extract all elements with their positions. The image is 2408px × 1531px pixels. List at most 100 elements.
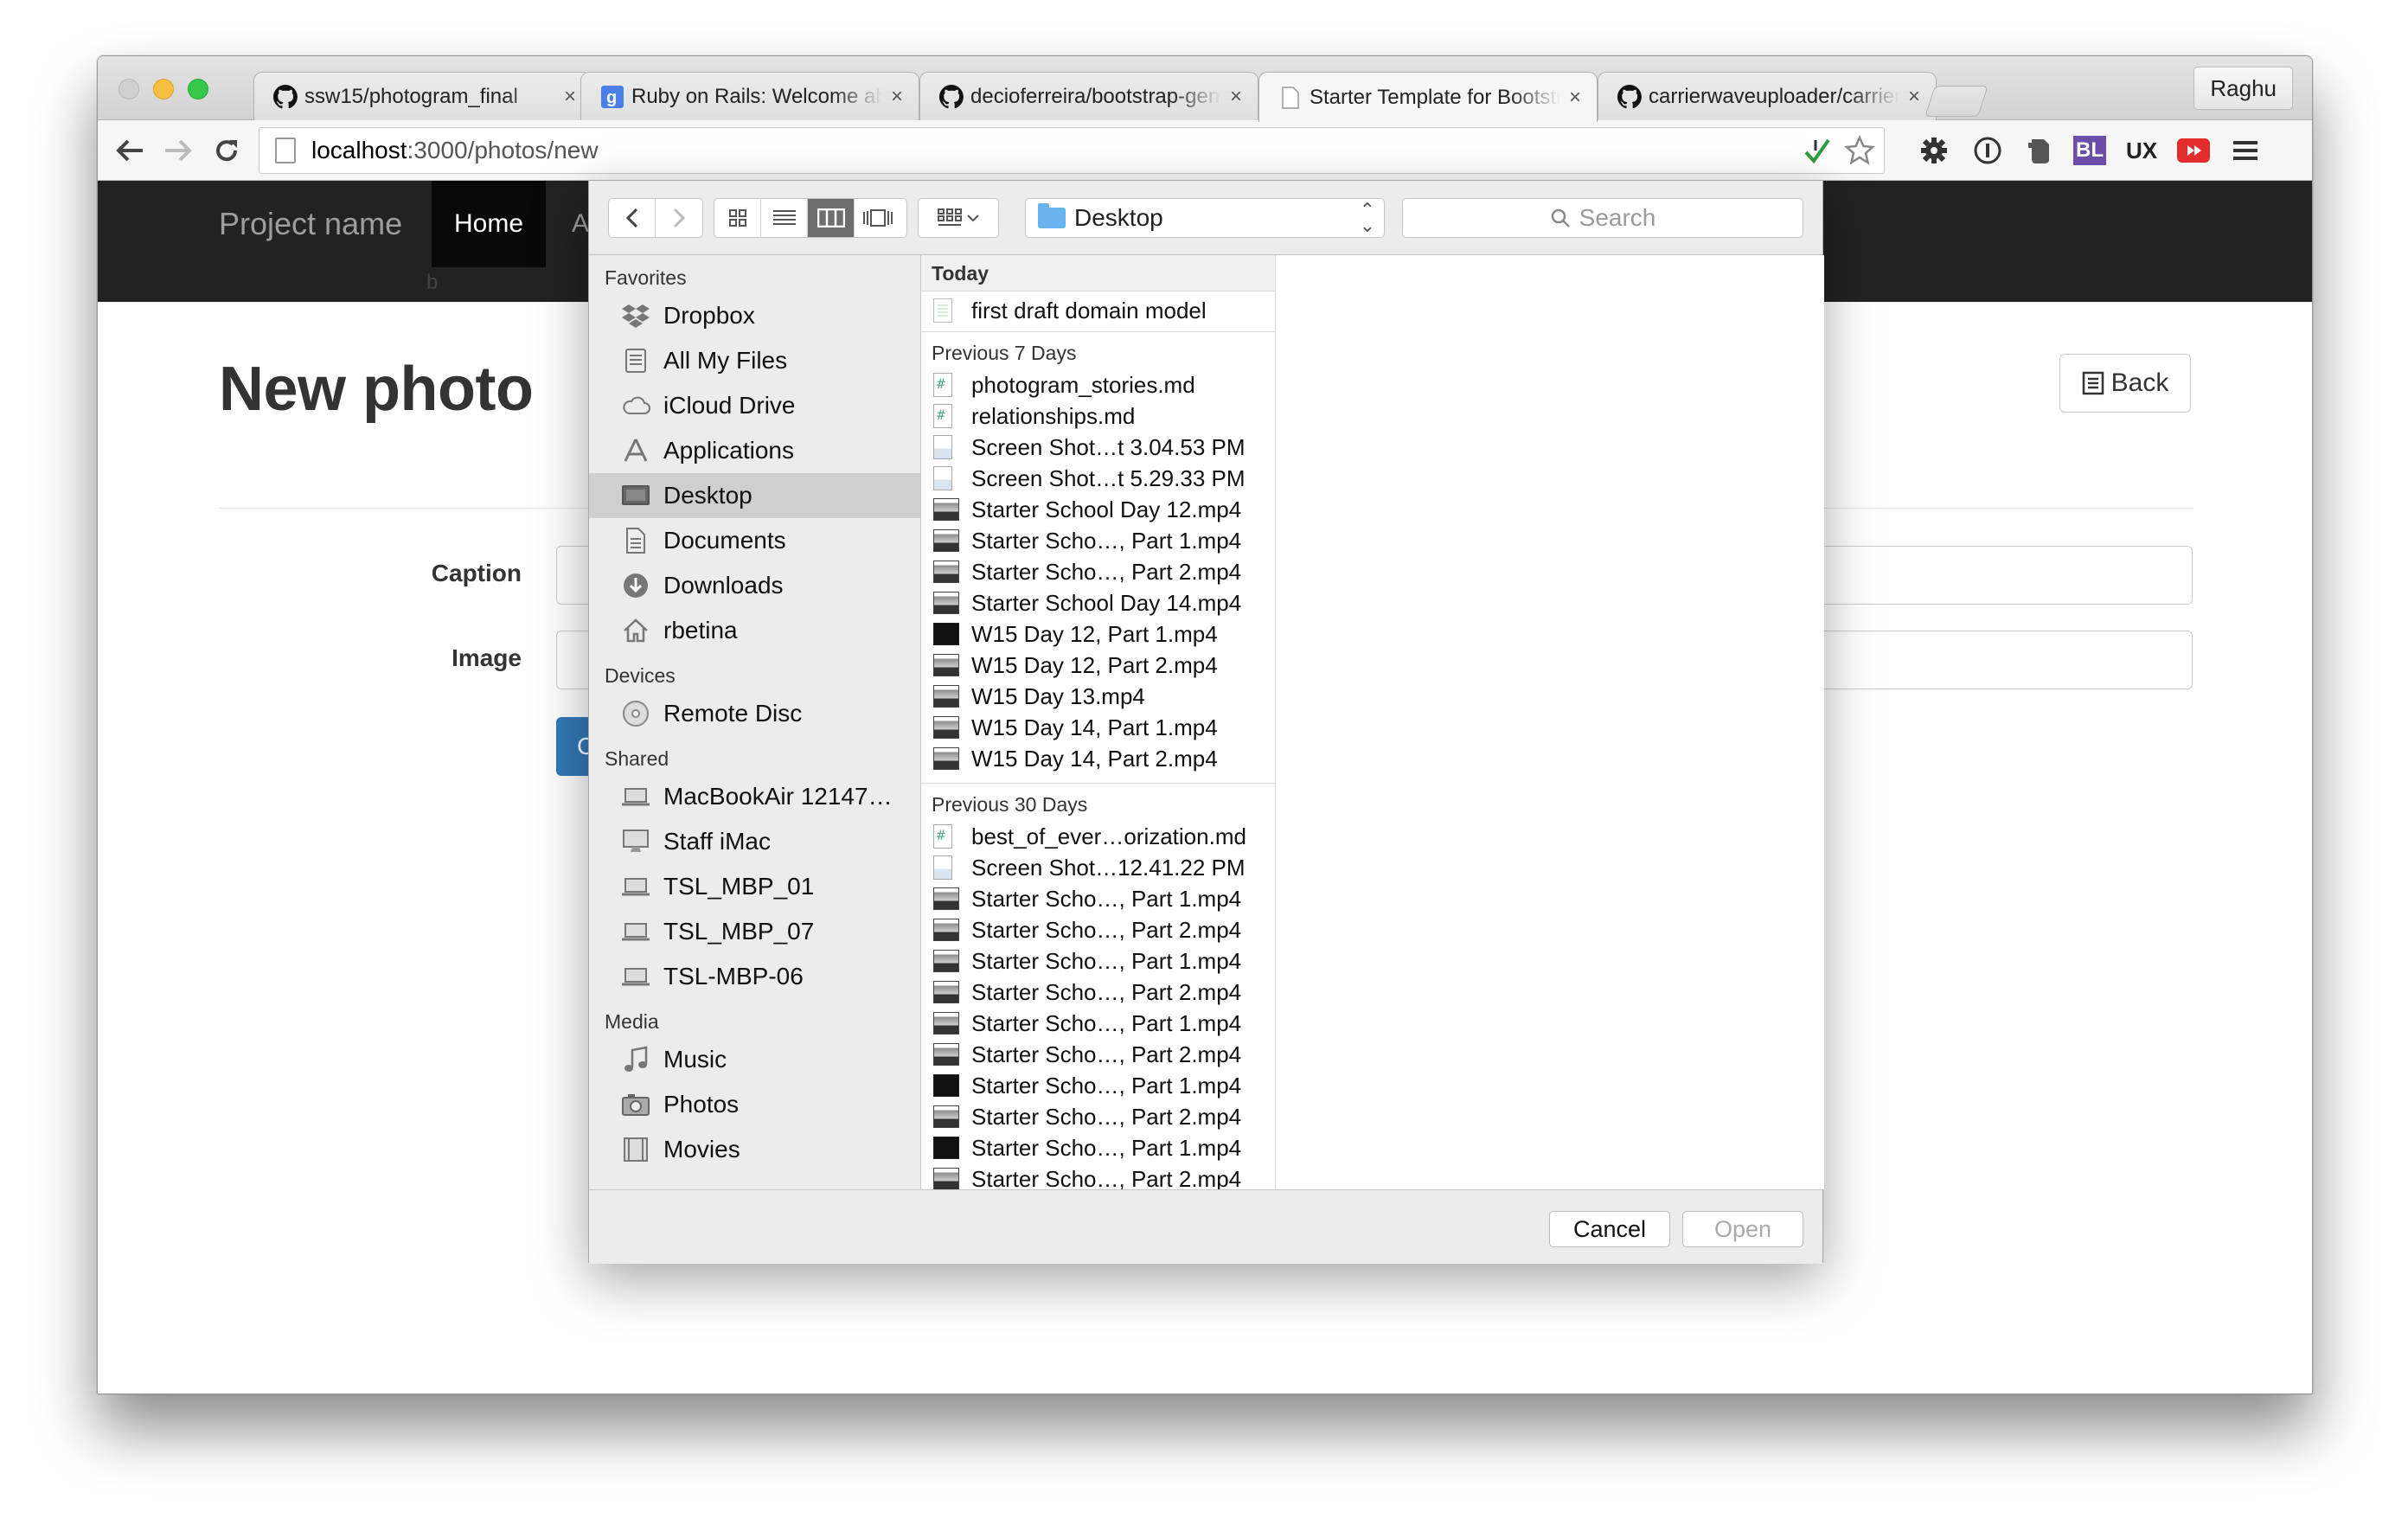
file-row[interactable]: Starter Scho…, Part 2.mp4 — [921, 556, 1275, 587]
file-row[interactable]: W15 Day 12, Part 1.mp4 — [921, 618, 1275, 650]
sidebar-item-remote-disc[interactable]: Remote Disc — [589, 691, 920, 736]
file-row[interactable]: Starter Scho…, Part 2.mp4 — [921, 1163, 1275, 1189]
file-row[interactable]: Starter Scho…, Part 2.mp4 — [921, 1039, 1275, 1070]
profile-button[interactable]: Raghu — [2193, 67, 2293, 110]
dialog-search-field[interactable]: Search — [1402, 198, 1803, 238]
tab-1[interactable]: ssw15/photogram_final × — [253, 72, 592, 121]
sidebar-item-staff-imac[interactable]: Staff iMac — [589, 819, 920, 864]
sidebar-item-macbookair[interactable]: MacBookAir 12147… — [589, 774, 920, 819]
file-row[interactable]: W15 Day 14, Part 2.mp4 — [921, 743, 1275, 774]
nav-about-link[interactable]: A — [572, 181, 589, 267]
file-row[interactable]: Starter School Day 12.mp4 — [921, 494, 1275, 525]
file-row[interactable]: Starter Scho…, Part 1.mp4 — [921, 1008, 1275, 1039]
file-name: Starter Scho…, Part 2.mp4 — [971, 916, 1242, 943]
sidebar-item-rbetina[interactable]: rbetina — [589, 608, 920, 653]
tab-close-icon[interactable]: × — [1560, 86, 1581, 110]
markdown-file-icon — [933, 404, 952, 428]
onepassword-icon[interactable] — [1968, 131, 2008, 170]
window-maximize-button[interactable] — [188, 79, 208, 99]
sidebar-item-movies[interactable]: Movies — [589, 1127, 920, 1172]
file-row[interactable]: Starter Scho…, Part 1.mp4 — [921, 883, 1275, 914]
sidebar-item-label: Desktop — [663, 482, 752, 509]
video-file-icon — [933, 950, 959, 972]
file-name: Starter Scho…, Part 1.mp4 — [971, 1072, 1242, 1099]
sidebar-item-downloads[interactable]: Downloads — [589, 563, 920, 608]
location-popup[interactable]: Desktop ⌃ ⌄ — [1025, 198, 1385, 238]
tab-close-icon[interactable]: × — [1221, 85, 1242, 109]
settings-gear-icon[interactable] — [1914, 131, 1954, 170]
sidebar-item-photos[interactable]: Photos — [589, 1082, 920, 1127]
open-button[interactable]: Open — [1682, 1211, 1803, 1247]
sidebar-item-tsl-mbp-07[interactable]: TSL_MBP_07 — [589, 909, 920, 954]
file-row[interactable]: photogram_stories.md — [921, 369, 1275, 400]
window-minimize-button[interactable] — [153, 79, 174, 99]
file-row[interactable]: W15 Day 12, Part 2.mp4 — [921, 650, 1275, 681]
column-view-icon[interactable] — [808, 199, 855, 237]
new-tab-button[interactable] — [1924, 86, 1989, 117]
sidebar-item-all-my-files[interactable]: All My Files — [589, 338, 920, 383]
sidebar-item-music[interactable]: Music — [589, 1037, 920, 1082]
sidebar-item-tsl-mbp-01[interactable]: TSL_MBP_01 — [589, 864, 920, 909]
video-file-icon — [933, 654, 959, 676]
nav-home-link[interactable]: Home — [432, 181, 546, 267]
sidebar-item-applications[interactable]: Applications — [589, 428, 920, 473]
sidebar-item-desktop[interactable]: Desktop — [589, 473, 920, 518]
file-row[interactable]: Starter School Day 14.mp4 — [921, 587, 1275, 618]
window-close-button[interactable] — [118, 79, 139, 99]
file-row[interactable]: Starter Scho…, Part 1.mp4 — [921, 945, 1275, 977]
file-row[interactable]: relationships.md — [921, 400, 1275, 432]
file-row[interactable]: Starter Scho…, Part 2.mp4 — [921, 1101, 1275, 1132]
tab-5[interactable]: carrierwaveuploader/carrierwave × — [1598, 72, 1937, 121]
navbar-brand[interactable]: Project name — [219, 181, 402, 267]
dialog-forward-icon[interactable] — [656, 199, 702, 237]
shared-heading: Shared — [605, 747, 669, 770]
tab-2[interactable]: g Ruby on Rails: Welcome aboard × — [580, 72, 919, 121]
sidebar-item-icloud-drive[interactable]: iCloud Drive — [589, 383, 920, 428]
tab-close-icon[interactable]: × — [882, 85, 903, 109]
file-row[interactable]: W15 Day 14, Part 1.mp4 — [921, 712, 1275, 743]
cover-flow-icon[interactable] — [855, 199, 901, 237]
video-file-icon — [933, 1168, 959, 1189]
laptop-icon — [620, 781, 651, 812]
tab-close-icon[interactable]: × — [555, 85, 576, 109]
file-row[interactable]: Starter Scho…, Part 2.mp4 — [921, 914, 1275, 945]
tab-3[interactable]: decioferreira/bootstrap-generators × — [919, 72, 1258, 121]
address-bar[interactable]: localhost:3000/photos/new — [259, 127, 1885, 174]
back-button[interactable]: Back — [2059, 354, 2191, 413]
sidebar-item-dropbox[interactable]: Dropbox — [589, 293, 920, 338]
sidebar-item-documents[interactable]: Documents — [589, 518, 920, 563]
grammar-check-icon[interactable] — [1803, 137, 1832, 172]
tab-4[interactable]: Starter Template for Bootstrap × — [1258, 72, 1598, 122]
file-row[interactable]: Screen Shot…12.41.22 PM — [921, 852, 1275, 883]
bl-extension-icon[interactable]: BL — [2070, 131, 2110, 170]
youtube-extension-icon[interactable] — [2174, 131, 2213, 170]
menu-icon[interactable] — [2225, 131, 2265, 170]
arrange-menu[interactable] — [918, 198, 999, 238]
file-row[interactable]: Starter Scho…, Part 1.mp4 — [921, 1070, 1275, 1101]
file-row[interactable]: Screen Shot…t 3.04.53 PM — [921, 432, 1275, 463]
cancel-button[interactable]: Cancel — [1549, 1211, 1670, 1247]
group-heading-today: Today — [921, 255, 1275, 291]
file-row[interactable]: Starter Scho…, Part 2.mp4 — [921, 977, 1275, 1008]
file-row[interactable]: best_of_ever…orization.md — [921, 821, 1275, 852]
sidebar-item-label: TSL_MBP_01 — [663, 873, 815, 900]
file-row[interactable]: Starter Scho…, Part 1.mp4 — [921, 525, 1275, 556]
video-file-icon — [933, 685, 959, 708]
list-view-icon[interactable] — [761, 199, 808, 237]
file-row[interactable]: Screen Shot…t 5.29.33 PM — [921, 463, 1275, 494]
ux-extension-icon[interactable]: UX — [2122, 131, 2161, 170]
sidebar-item-label: Music — [663, 1046, 727, 1073]
bookmark-star-icon[interactable] — [1843, 134, 1876, 172]
forward-arrow-icon[interactable] — [158, 131, 198, 170]
file-row[interactable]: first draft domain model — [921, 295, 1275, 326]
tab-close-icon[interactable]: × — [1899, 85, 1920, 109]
sidebar-item-tsl-mbp-06[interactable]: TSL-MBP-06 — [589, 954, 920, 999]
reload-icon[interactable] — [207, 131, 247, 170]
dialog-back-icon[interactable] — [609, 199, 656, 237]
back-arrow-icon[interactable] — [110, 131, 150, 170]
file-row[interactable]: Starter Scho…, Part 1.mp4 — [921, 1132, 1275, 1163]
favorites-heading: Favorites — [605, 266, 687, 289]
icon-view-icon[interactable] — [714, 199, 761, 237]
file-row[interactable]: W15 Day 13.mp4 — [921, 681, 1275, 712]
evernote-icon[interactable] — [2020, 131, 2059, 170]
